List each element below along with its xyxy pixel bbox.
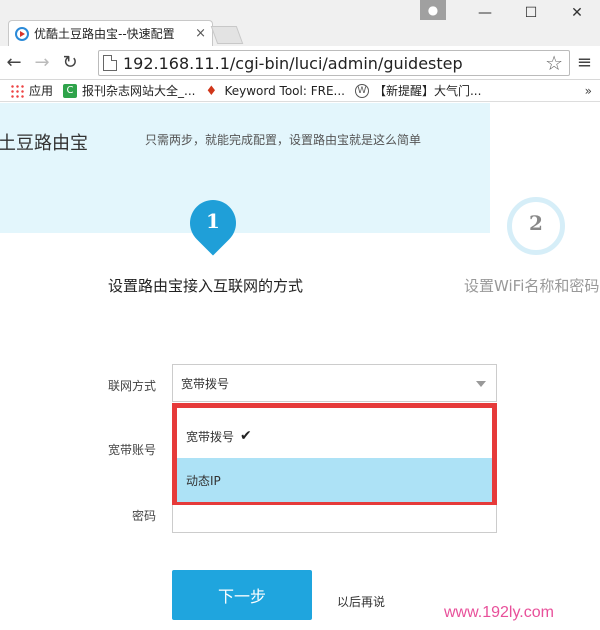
menu-icon[interactable]: ≡ — [577, 52, 592, 73]
chevron-down-icon — [476, 381, 486, 387]
step-1-label: 设置路由宝接入互联网的方式 — [108, 277, 304, 295]
conn-type-dropdown: 宽带拨号 ✔ 动态IP — [172, 403, 497, 505]
bookmarks-overflow-icon[interactable]: » — [585, 84, 592, 98]
option-pppoe[interactable]: 宽带拨号 ✔ — [177, 416, 492, 456]
url-text[interactable]: 192.168.11.1/cgi-bin/luci/admin/guideste… — [123, 54, 545, 73]
wordpress-icon: W — [354, 83, 369, 98]
next-button[interactable]: 下一步 — [172, 570, 312, 620]
bookmark-label: 应用 — [29, 84, 54, 98]
step-1-number: 1 — [206, 209, 220, 233]
apps-icon — [10, 83, 24, 98]
maximize-button[interactable]: ☐ — [508, 0, 554, 26]
browser-titlebar: 优酷土豆路由宝--快速配置 × ● — ☐ ✕ — [0, 0, 600, 46]
bookmark-keyword-tool[interactable]: ♦ Keyword Tool: FRE... — [205, 83, 345, 99]
forward-arrow-icon[interactable]: → — [28, 52, 56, 73]
back-arrow-icon[interactable]: ← — [0, 52, 28, 73]
skip-link[interactable]: 以后再说 — [337, 593, 385, 610]
bookmark-reminder[interactable]: W 【新提醒】大气门... — [354, 82, 482, 99]
close-tab-icon[interactable]: × — [195, 26, 206, 41]
reload-icon[interactable]: ↻ — [56, 52, 84, 73]
hero-band — [0, 103, 490, 233]
tab-title: 优酷土豆路由宝--快速配置 — [34, 27, 175, 41]
bookmark-magazine[interactable]: C 报刊杂志网站大全_... — [63, 82, 195, 99]
conn-type-label: 联网方式 — [107, 379, 156, 393]
watermark: www.192ly.com — [444, 604, 554, 621]
option-label: 宽带拨号 — [186, 429, 235, 444]
browser-toolbar: ← → ↻ 192.168.11.1/cgi-bin/luci/admin/gu… — [0, 46, 600, 80]
page-icon — [103, 55, 117, 71]
step-2-label: 设置WiFi名称和密码 — [464, 277, 600, 295]
bookmark-label: 【新提醒】大气门... — [373, 84, 482, 98]
page-content: 土豆路由宝 只需两步，就能完成配置，设置路由宝就是这么简单 1 2 设置路由宝接… — [0, 103, 600, 630]
green-c-icon: C — [63, 83, 78, 98]
bookmark-label: 报刊杂志网站大全_... — [82, 84, 196, 98]
option-label: 动态IP — [186, 473, 221, 488]
bookmarks-bar: 应用 C 报刊杂志网站大全_... ♦ Keyword Tool: FRE...… — [0, 80, 600, 102]
bookmark-star-icon[interactable]: ☆ — [545, 51, 563, 75]
bookmark-label: Keyword Tool: FRE... — [224, 83, 345, 98]
password-label: 密码 — [131, 509, 156, 523]
bookmark-apps[interactable]: 应用 — [10, 82, 53, 99]
new-tab-button[interactable] — [210, 26, 244, 44]
address-bar[interactable]: 192.168.11.1/cgi-bin/luci/admin/guideste… — [98, 50, 570, 76]
option-dhcp[interactable]: 动态IP — [177, 458, 492, 502]
tagline: 只需两步，就能完成配置，设置路由宝就是这么简单 — [145, 133, 422, 147]
flame-icon: ♦ — [205, 83, 218, 99]
brand-title: 土豆路由宝 — [0, 133, 88, 154]
person-icon[interactable]: ● — [420, 0, 446, 20]
step-2-number: 2 — [529, 211, 543, 235]
account-label: 宽带账号 — [107, 443, 156, 457]
conn-type-value: 宽带拨号 — [181, 376, 230, 391]
check-icon: ✔ — [240, 428, 252, 444]
close-window-button[interactable]: ✕ — [554, 0, 600, 26]
window-controls: ● — ☐ ✕ — [420, 0, 600, 26]
play-icon — [15, 26, 29, 41]
browser-tab[interactable]: 优酷土豆路由宝--快速配置 × — [8, 20, 213, 46]
conn-type-select[interactable]: 宽带拨号 — [172, 364, 497, 402]
minimize-button[interactable]: — — [462, 0, 508, 26]
